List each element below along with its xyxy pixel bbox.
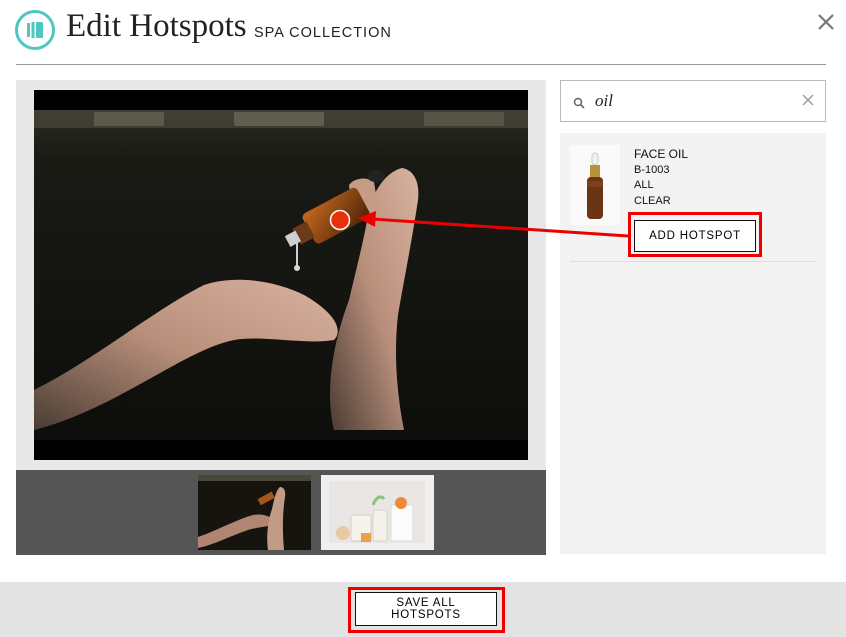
- hotspot-photo[interactable]: [34, 90, 528, 460]
- product-color: CLEAR: [634, 194, 671, 207]
- thumbnail-spa-products[interactable]: [321, 475, 434, 550]
- search-results: FACE OIL B-1003 ALL CLEAR ADD HOTSPOT: [560, 133, 826, 554]
- header-divider: [16, 64, 826, 65]
- search-input[interactable]: [595, 90, 785, 112]
- clear-icon[interactable]: [801, 93, 815, 107]
- product-name: FACE OIL: [634, 147, 689, 161]
- close-icon[interactable]: [814, 10, 838, 34]
- product-thumbnail: [570, 145, 620, 225]
- page-title: Edit Hotspots: [66, 8, 247, 44]
- app-logo-icon: [15, 10, 55, 50]
- add-hotspot-button[interactable]: ADD HOTSPOT: [634, 220, 756, 252]
- thumbnail-strip: [16, 470, 546, 555]
- product-size: ALL: [634, 179, 654, 192]
- image-editor: [16, 80, 546, 470]
- hotspot-marker[interactable]: [329, 209, 351, 231]
- product-details: FACE OIL B-1003 ALL CLEAR: [634, 147, 688, 209]
- footer: SAVE ALL HOTSPOTS: [0, 582, 846, 637]
- save-all-hotspots-button[interactable]: SAVE ALL HOTSPOTS: [355, 592, 497, 626]
- thumbnail-hands-oil[interactable]: [198, 475, 311, 550]
- collection-subtitle: SPA COLLECTION: [254, 25, 392, 41]
- product-sku: B-1003: [634, 163, 670, 176]
- search-icon: [573, 96, 585, 109]
- product-search: [560, 80, 826, 122]
- list-item: FACE OIL B-1003 ALL CLEAR ADD HOTSPOT: [570, 145, 816, 262]
